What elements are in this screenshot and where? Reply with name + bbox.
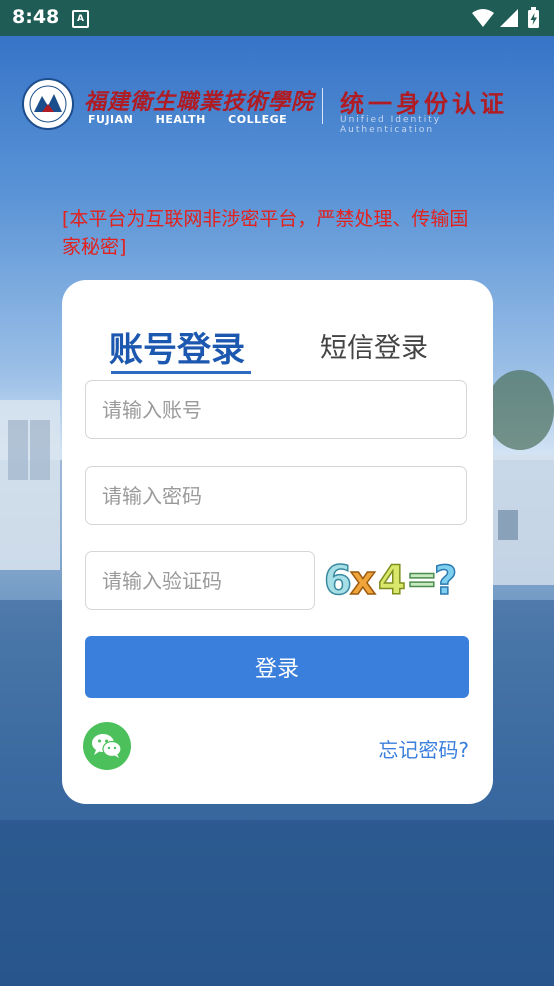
active-tab-underline [111,371,251,374]
forgot-password-link[interactable]: 忘记密码? [378,734,469,763]
tab-sms-login[interactable]: 短信登录 [320,326,428,365]
college-name-cn: 福建衛生職業技術學院 [84,89,315,115]
svg-text:?: ? [434,558,457,604]
captcha-image[interactable]: 6 x 4 = ? [322,550,468,608]
battery-icon [528,7,539,28]
status-time: 8:48 [12,6,60,28]
password-input[interactable] [85,466,467,525]
college-logo-icon [22,78,74,130]
wifi-icon [472,9,494,27]
header-divider [322,88,323,124]
auth-subtitle: Unified Identity Authentication [340,115,442,135]
status-bar: 8:48 A [0,0,554,36]
tab-account-login[interactable]: 账号登录 [109,322,245,371]
svg-text:6: 6 [324,558,352,604]
header-logo-row: 福建衛生職業技術學院 FUJIAN HEALTH COLLEGE 统一身份认证 … [22,78,534,135]
login-card: 账号登录 短信登录 6 x 4 = ? 登录 忘记密码? [62,280,493,804]
captcha-graphic: 6 x 4 = ? [323,556,458,605]
status-icons [472,7,539,28]
wechat-login-button[interactable] [83,722,131,770]
account-input[interactable] [85,380,467,439]
college-name-en: FUJIAN HEALTH COLLEGE [88,113,288,126]
captcha-input[interactable] [85,551,315,610]
svg-text:4: 4 [378,558,406,604]
security-notice: [本平台为互联网非涉密平台，严禁处理、传输国家秘密] [62,208,469,258]
notification-a-icon: A [72,10,89,28]
svg-text:x: x [350,558,376,604]
signal-icon [500,9,518,27]
auth-title: 统一身份认证 [340,90,508,118]
login-button[interactable]: 登录 [85,636,469,698]
wechat-icon [92,734,122,758]
